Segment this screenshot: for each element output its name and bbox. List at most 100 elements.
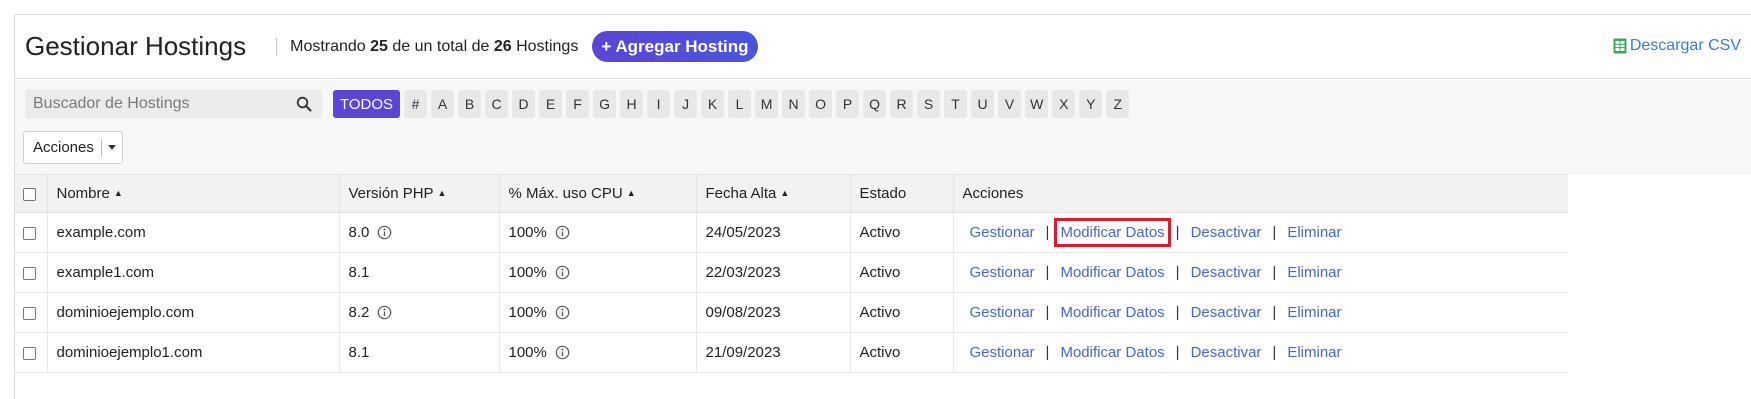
created-date: 24/05/2023 — [696, 212, 851, 253]
deactivate-link[interactable]: Desactivar — [1191, 344, 1262, 361]
action-separator: | — [1175, 264, 1180, 281]
modify-data-link[interactable]: Modificar Datos — [1060, 264, 1164, 281]
filter-letter-button[interactable]: T — [944, 90, 968, 118]
php-version: 8.2 — [348, 304, 370, 321]
cpu-max: 100% — [508, 344, 547, 361]
modify-data-link[interactable]: Modificar Datos — [1060, 344, 1164, 361]
action-separator: | — [1045, 264, 1050, 281]
sort-asc-icon[interactable]: ▲ — [780, 188, 789, 198]
php-version-cell: 8.1 — [339, 252, 500, 293]
hosting-name: dominioejemplo.com — [47, 292, 340, 333]
column-date-header[interactable]: Fecha Alta ▲ — [696, 174, 851, 213]
download-csv-link[interactable]: Descargar CSV — [1613, 37, 1741, 55]
search-icon[interactable] — [294, 94, 314, 114]
filter-letter-button[interactable]: S — [917, 90, 941, 118]
caret-down-icon[interactable] — [102, 145, 122, 150]
filter-letter-button[interactable]: L — [728, 90, 752, 118]
filter-letter-button[interactable]: G — [593, 90, 617, 118]
sort-asc-icon[interactable]: ▲ — [438, 188, 447, 198]
filter-letter-button[interactable]: I — [647, 90, 671, 118]
column-php-header[interactable]: Versión PHP ▲ — [339, 174, 500, 213]
filter-letter-button[interactable]: P — [836, 90, 860, 118]
created-date: 09/08/2023 — [696, 292, 851, 333]
filter-letter-button[interactable]: D — [512, 90, 536, 118]
delete-link[interactable]: Eliminar — [1287, 304, 1341, 321]
column-name-header[interactable]: Nombre ▲ — [47, 174, 340, 213]
manage-link[interactable]: Gestionar — [970, 304, 1035, 321]
filter-letter-button[interactable]: B — [458, 90, 482, 118]
action-separator: | — [1175, 304, 1180, 321]
select-all-cell — [15, 174, 48, 213]
filter-letter-button[interactable]: N — [782, 90, 806, 118]
hostings-panel: Gestionar Hostings Mostrando 25 de un to… — [14, 14, 1751, 399]
filter-all-button[interactable]: TODOS — [333, 90, 401, 118]
column-name-label: Nombre — [56, 185, 110, 202]
delete-link[interactable]: Eliminar — [1287, 264, 1341, 281]
row-checkbox[interactable] — [23, 266, 36, 280]
filter-letter-button[interactable]: V — [998, 90, 1022, 118]
manage-link[interactable]: Gestionar — [970, 264, 1035, 281]
filter-letter-button[interactable]: R — [890, 90, 914, 118]
filter-letter-button[interactable]: K — [701, 90, 725, 118]
row-checkbox[interactable] — [23, 226, 36, 240]
row-checkbox[interactable] — [23, 346, 36, 360]
filter-letter-button[interactable]: E — [539, 90, 563, 118]
info-icon[interactable] — [555, 305, 570, 320]
table-header-row: Nombre ▲ Versión PHP ▲ % Máx. uso CPU ▲ Fec… — [15, 174, 1568, 213]
deactivate-link[interactable]: Desactivar — [1191, 264, 1262, 281]
info-icon[interactable] — [555, 265, 570, 280]
table-row: example.com 8.0 100% 24/05/2023 Activo Gestio… — [15, 212, 1568, 253]
search-input[interactable] — [25, 89, 294, 119]
cpu-cell: 100% — [499, 252, 697, 293]
info-icon[interactable] — [555, 345, 570, 360]
bulk-actions-dropdown[interactable]: Acciones — [23, 131, 123, 164]
info-icon[interactable] — [377, 305, 392, 320]
delete-link[interactable]: Eliminar — [1287, 224, 1341, 241]
results-summary: Mostrando 25 de un total de 26 Hostings — [290, 38, 578, 56]
modify-data-link[interactable]: Modificar Datos — [1054, 218, 1171, 247]
row-actions: Gestionar | Modificar Datos | Desactivar | Eli… — [953, 212, 1568, 253]
filter-letter-button[interactable]: U — [971, 90, 995, 118]
deactivate-link[interactable]: Desactivar — [1191, 304, 1262, 321]
modify-data-link[interactable]: Modificar Datos — [1060, 304, 1164, 321]
column-actions-header: Acciones — [953, 174, 1568, 213]
manage-link[interactable]: Gestionar — [970, 224, 1035, 241]
info-icon[interactable] — [555, 225, 570, 240]
column-php-label: Versión PHP — [348, 185, 434, 202]
filter-letter-button[interactable]: A — [431, 90, 455, 118]
php-version: 8.0 — [348, 224, 370, 241]
filter-letter-button[interactable]: J — [674, 90, 698, 118]
deactivate-link[interactable]: Desactivar — [1191, 224, 1262, 241]
filter-letter-button[interactable]: Y — [1079, 90, 1103, 118]
filter-letter-button[interactable]: # — [404, 90, 428, 118]
add-hosting-button[interactable]: + Agregar Hosting — [592, 31, 758, 62]
info-icon[interactable] — [377, 225, 392, 240]
filter-letter-button[interactable]: X — [1052, 90, 1076, 118]
created-date: 22/03/2023 — [696, 252, 851, 293]
filter-letter-button[interactable]: O — [809, 90, 833, 118]
filter-letter-button[interactable]: Z — [1106, 90, 1130, 118]
row-checkbox[interactable] — [23, 306, 36, 320]
status-text: Activo — [850, 212, 954, 253]
table-row: example1.com 8.1 100% 22/03/2023 Activo Gesti… — [15, 252, 1568, 293]
status-text: Activo — [850, 252, 954, 293]
sort-asc-icon[interactable]: ▲ — [114, 188, 123, 198]
filter-letter-button[interactable]: M — [755, 90, 779, 118]
filter-letter-button[interactable]: C — [485, 90, 509, 118]
delete-link[interactable]: Eliminar — [1287, 344, 1341, 361]
sort-asc-icon[interactable]: ▲ — [627, 188, 636, 198]
filter-letter-button[interactable]: F — [566, 90, 590, 118]
column-cpu-header[interactable]: % Máx. uso CPU ▲ — [499, 174, 697, 213]
table-row: dominioejemplo1.com 8.1 100% 21/09/2023 Acti… — [15, 332, 1568, 373]
cpu-cell: 100% — [499, 212, 697, 253]
status-text: Activo — [850, 332, 954, 373]
cpu-cell: 100% — [499, 292, 697, 333]
column-cpu-label: % Máx. uso CPU — [508, 185, 623, 202]
filter-letter-button[interactable]: H — [620, 90, 644, 118]
cpu-max: 100% — [508, 304, 547, 321]
manage-link[interactable]: Gestionar — [970, 344, 1035, 361]
select-all-checkbox[interactable] — [23, 187, 36, 201]
status-text: Activo — [850, 292, 954, 333]
filter-letter-button[interactable]: Q — [863, 90, 887, 118]
filter-letter-button[interactable]: W — [1025, 90, 1049, 118]
